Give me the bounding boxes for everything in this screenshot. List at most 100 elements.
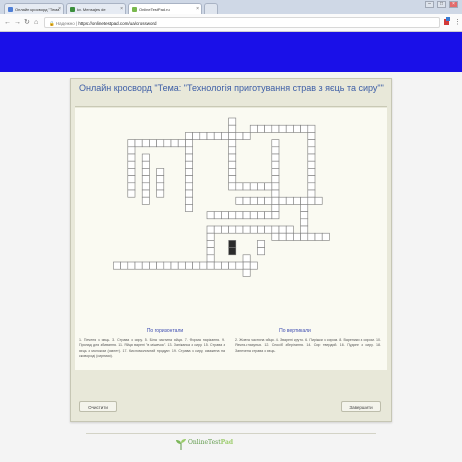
crossword-cell[interactable] — [264, 124, 273, 133]
crossword-cell[interactable] — [278, 124, 287, 133]
crossword-cell[interactable] — [206, 254, 215, 263]
crossword-cell[interactable] — [307, 139, 316, 148]
crossword-cell[interactable] — [185, 160, 193, 169]
crossword-cell[interactable] — [242, 225, 251, 234]
finish-button[interactable]: Завершити — [341, 401, 381, 412]
crossword-cell[interactable] — [206, 225, 215, 234]
forward-icon[interactable]: → — [14, 18, 21, 27]
crossword-cell[interactable] — [307, 182, 316, 191]
crossword-cell[interactable] — [293, 232, 301, 241]
crossword-cell[interactable] — [170, 261, 179, 270]
browser-tab-1[interactable]: Онлайн кросворд "Тема × — [4, 3, 64, 14]
crossword-cell[interactable] — [149, 261, 157, 270]
crossword-cell[interactable] — [213, 211, 222, 220]
crossword-cell[interactable] — [127, 175, 136, 184]
crossword-cell[interactable] — [314, 232, 323, 241]
crossword-cell[interactable] — [242, 196, 251, 205]
crossword-cell[interactable] — [134, 261, 143, 270]
crossword-cell[interactable] — [264, 211, 273, 220]
home-icon[interactable]: ⌂ — [34, 18, 38, 27]
crossword-cell[interactable] — [185, 182, 193, 191]
new-tab-button[interactable] — [204, 3, 218, 14]
crossword-cell[interactable] — [257, 182, 265, 191]
close-tab-icon[interactable]: × — [120, 4, 123, 14]
reload-icon[interactable]: ↻ — [24, 18, 30, 27]
crossword-cell[interactable] — [235, 182, 244, 191]
crossword-cell[interactable] — [300, 211, 309, 220]
crossword-cell[interactable] — [271, 168, 280, 176]
crossword-cell[interactable] — [228, 225, 237, 234]
crossword-cell[interactable] — [170, 139, 179, 148]
crossword-cell[interactable] — [141, 175, 150, 184]
crossword-cell[interactable] — [307, 124, 316, 133]
back-icon[interactable]: ← — [4, 18, 11, 27]
crossword-cell[interactable] — [213, 225, 222, 234]
crossword-cell[interactable] — [228, 132, 237, 140]
crossword-cell[interactable] — [235, 225, 244, 234]
crossword-cell[interactable] — [300, 218, 309, 227]
crossword-cell[interactable] — [307, 189, 316, 198]
crossword-cell[interactable] — [141, 261, 150, 270]
crossword-cell[interactable] — [156, 139, 165, 148]
crossword-cell[interactable] — [127, 168, 136, 176]
crossword-cell[interactable] — [156, 182, 165, 191]
crossword-cell[interactable] — [257, 196, 265, 205]
crossword-cell[interactable] — [300, 225, 309, 234]
crossword-cell[interactable] — [242, 268, 251, 277]
crossword-cell[interactable] — [228, 240, 237, 248]
crossword-cell[interactable] — [185, 139, 193, 148]
crossword-cell[interactable] — [271, 153, 280, 162]
crossword-cell[interactable] — [149, 139, 157, 148]
crossword-cell[interactable] — [249, 124, 258, 133]
crossword-cell[interactable] — [257, 124, 265, 133]
crossword-cell[interactable] — [271, 139, 280, 148]
crossword-cell[interactable] — [206, 240, 215, 248]
crossword-cell[interactable] — [249, 211, 258, 220]
crossword-cell[interactable] — [264, 182, 273, 191]
crossword-cell[interactable] — [199, 261, 208, 270]
crossword-cell[interactable] — [307, 132, 316, 140]
crossword-cell[interactable] — [185, 153, 193, 162]
crossword-cell[interactable] — [127, 189, 136, 198]
crossword-cell[interactable] — [307, 168, 316, 176]
crossword-cell[interactable] — [127, 146, 136, 155]
crossword-cell[interactable] — [307, 146, 316, 155]
crossword-cell[interactable] — [271, 124, 280, 133]
crossword-cell[interactable] — [307, 175, 316, 184]
crossword-cell[interactable] — [235, 211, 244, 220]
crossword-cell[interactable] — [185, 168, 193, 176]
crossword-cell[interactable] — [177, 139, 186, 148]
crossword-cell[interactable] — [249, 225, 258, 234]
crossword-cell[interactable] — [156, 189, 165, 198]
crossword-cell[interactable] — [271, 211, 280, 220]
crossword-cell[interactable] — [228, 175, 237, 184]
crossword-cell[interactable] — [307, 160, 316, 169]
crossword-cell[interactable] — [257, 240, 265, 248]
crossword-cell[interactable] — [141, 189, 150, 198]
crossword-cell[interactable] — [307, 153, 316, 162]
crossword-cell[interactable] — [113, 261, 121, 270]
crossword-cell[interactable] — [271, 146, 280, 155]
crossword-cell[interactable] — [163, 139, 172, 148]
crossword-cell[interactable] — [213, 261, 222, 270]
clear-button[interactable]: Очистити — [79, 401, 117, 412]
crossword-cell[interactable] — [278, 196, 287, 205]
crossword-cell[interactable] — [206, 232, 215, 241]
browser-tab-2[interactable]: kv. Mensajes de × — [66, 3, 126, 14]
crossword-cell[interactable] — [228, 247, 237, 256]
crossword-cell[interactable] — [185, 196, 193, 205]
crossword-cell[interactable] — [235, 196, 244, 205]
crossword-cell[interactable] — [278, 225, 287, 234]
crossword-cell[interactable] — [141, 182, 150, 191]
crossword-cell[interactable] — [127, 160, 136, 169]
crossword-cell[interactable] — [242, 261, 251, 270]
crossword-cell[interactable] — [185, 132, 193, 140]
crossword-cell[interactable] — [228, 117, 237, 126]
crossword-cell[interactable] — [300, 124, 309, 133]
crossword-cell[interactable] — [285, 225, 294, 234]
crossword-cell[interactable] — [141, 168, 150, 176]
crossword-cell[interactable] — [156, 261, 165, 270]
crossword-cell[interactable] — [249, 182, 258, 191]
crossword-cell[interactable] — [228, 146, 237, 155]
crossword-cell[interactable] — [163, 261, 172, 270]
